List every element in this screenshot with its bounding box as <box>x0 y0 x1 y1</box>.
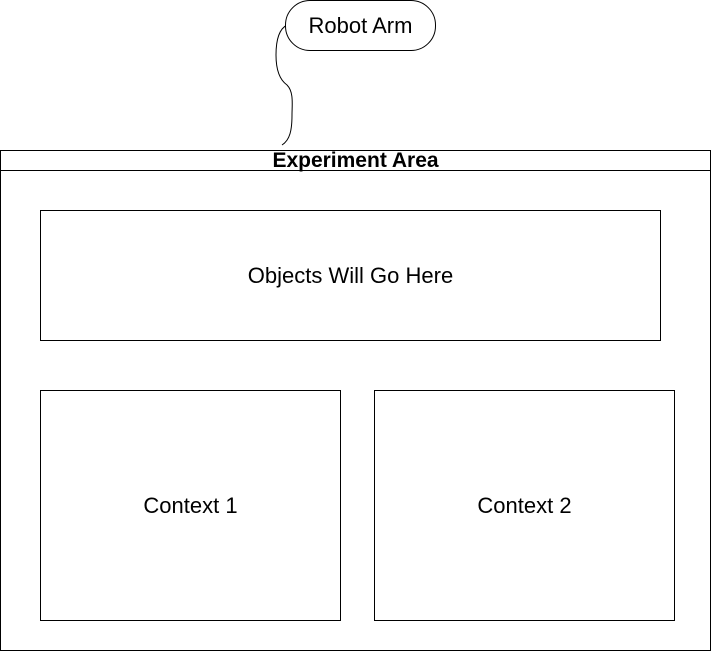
context-1-box: Context 1 <box>40 390 341 621</box>
experiment-area-title: Experiment Area <box>1 150 710 171</box>
objects-box-label: Objects Will Go Here <box>247 262 454 288</box>
robot-arm-connector <box>275 24 293 146</box>
context-1-label: Context 1 <box>143 492 238 518</box>
robot-arm-label: Robot Arm <box>308 12 413 38</box>
robot-arm-node: Robot Arm <box>285 0 436 51</box>
context-2-label: Context 2 <box>477 492 572 518</box>
diagram-canvas: Experiment Area Objects Will Go Here Con… <box>0 0 712 651</box>
context-2-box: Context 2 <box>374 390 675 621</box>
objects-box: Objects Will Go Here <box>40 210 661 341</box>
